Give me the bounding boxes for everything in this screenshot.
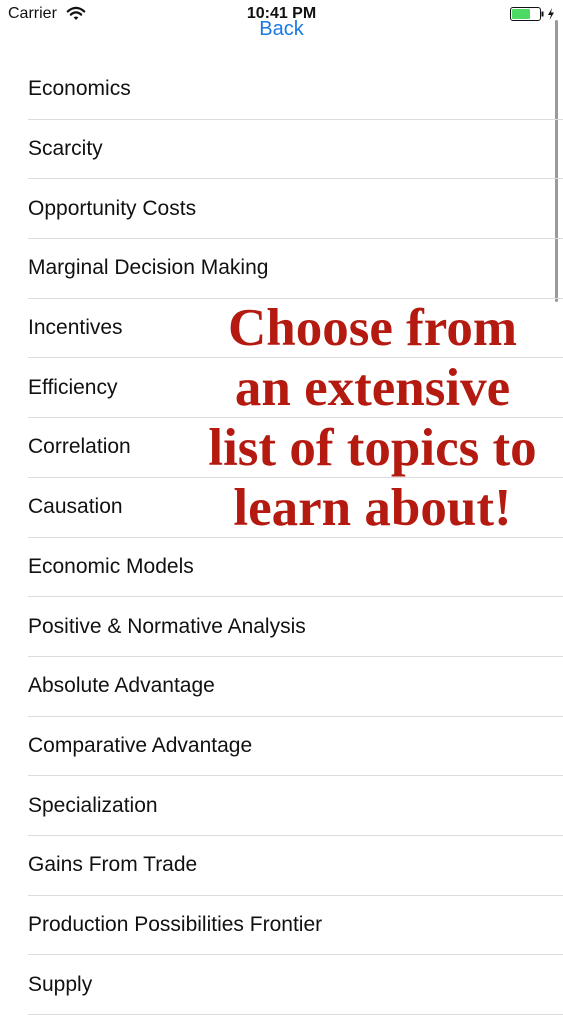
list-item-topic[interactable]: Production Possibilities Frontier: [28, 896, 563, 956]
list-item-topic[interactable]: Causation: [28, 478, 563, 538]
list-item-topic[interactable]: Marginal Decision Making: [28, 239, 563, 299]
list-item-topic[interactable]: Incentives: [28, 299, 563, 359]
list-item-topic[interactable]: Absolute Advantage: [28, 657, 563, 717]
list-item-topic[interactable]: Gains From Trade: [28, 836, 563, 896]
list-item-topic[interactable]: Comparative Advantage: [28, 717, 563, 777]
list-item-topic[interactable]: Economics: [28, 60, 563, 120]
list-item-topic[interactable]: Positive & Normative Analysis: [28, 597, 563, 657]
topic-list: Economics Scarcity Opportunity Costs Mar…: [0, 60, 563, 1015]
back-button[interactable]: Back: [0, 18, 563, 41]
list-item-topic[interactable]: Specialization: [28, 776, 563, 836]
list-item-topic[interactable]: Opportunity Costs: [28, 179, 563, 240]
list-item-topic[interactable]: Scarcity: [28, 120, 563, 180]
list-item-topic[interactable]: Economic Models: [28, 538, 563, 598]
list-item-topic[interactable]: Correlation: [28, 418, 563, 478]
list-item-topic[interactable]: Efficiency: [28, 358, 563, 419]
list-item-topic[interactable]: Supply: [28, 955, 563, 1015]
